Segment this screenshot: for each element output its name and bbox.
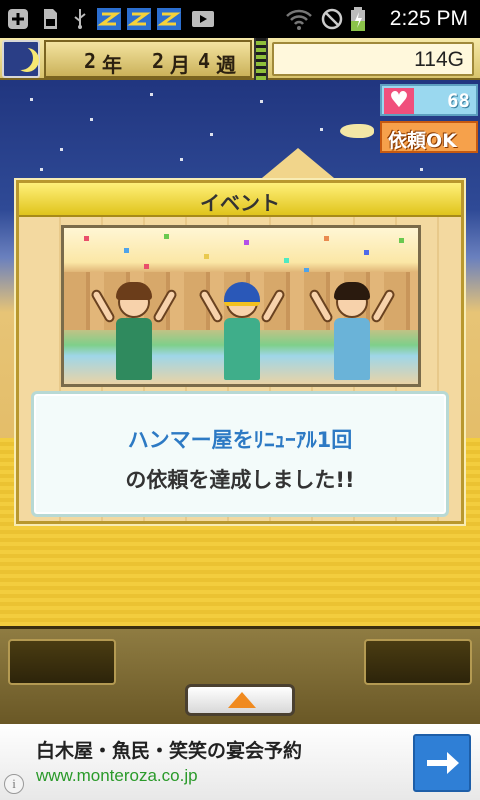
battery-charging-icon: [351, 7, 365, 31]
heart-value: 68: [447, 90, 470, 112]
money-display: 114G: [272, 42, 474, 76]
chevron-up-icon: [228, 692, 256, 708]
game-screen[interactable]: 2 年 2 月 4 週 114G ♥ 68 依頼OK イベント ハンマー屋をﾘﾆ…: [0, 38, 480, 724]
app-notification-icon: [127, 8, 151, 30]
no-signal-icon: [321, 8, 343, 30]
app-notification-icon: [97, 8, 121, 30]
bottom-menu-panel: [0, 626, 480, 724]
video-icon: [192, 11, 214, 27]
ad-title[interactable]: 白木屋・魚民・笑笑の宴会予約: [36, 736, 302, 763]
arrow-right-icon: [427, 752, 459, 774]
menu-slot-left[interactable]: [8, 639, 116, 685]
money-value: 114G: [414, 48, 464, 71]
calendar-date: 2 年 2 月 4 週: [44, 40, 252, 78]
month-unit: 月: [170, 53, 190, 77]
event-message-line1: ハンマー屋をﾘﾆｭｰｱﾙ1回: [127, 428, 353, 452]
menu-slot-right[interactable]: [364, 639, 472, 685]
info-bar: 2 年 2 月 4 週 114G: [0, 38, 480, 80]
app-notification-icon: [157, 8, 181, 30]
dialog-header: イベント: [19, 183, 461, 217]
clock: 2:25 PM: [389, 7, 468, 30]
week-value: 4: [198, 49, 211, 73]
bird-icon: [340, 124, 374, 138]
cheering-worker-right: [307, 276, 397, 384]
usb-icon: [74, 9, 86, 29]
ad-go-button[interactable]: [413, 734, 471, 792]
year-unit: 年: [102, 53, 122, 77]
heart-icon: ♥: [384, 88, 414, 114]
ladder-divider: [254, 38, 268, 80]
cheering-worker-left: [89, 276, 179, 384]
dialog-title: イベント: [200, 191, 280, 215]
time-of-day-indicator: [2, 40, 40, 78]
heart-counter[interactable]: ♥ 68: [380, 84, 478, 116]
moon-icon: [9, 46, 33, 70]
wifi-icon: [286, 9, 312, 30]
cheering-pharaoh: [197, 276, 287, 384]
request-ok-label: 依頼OK: [388, 130, 457, 152]
request-ok-badge[interactable]: 依頼OK: [380, 121, 478, 153]
event-illustration: [61, 225, 421, 387]
event-dialog[interactable]: イベント ハンマー屋をﾘﾆｭｰｱﾙ1回 の依頼を達成しました!!: [16, 180, 464, 524]
ad-url[interactable]: www.monteroza.co.jp: [36, 766, 198, 786]
sd-card-icon: [44, 9, 57, 29]
month-value: 2: [152, 49, 165, 73]
add-icon: [8, 9, 28, 29]
year-value: 2: [84, 49, 97, 73]
open-menu-button[interactable]: [185, 684, 295, 716]
week-unit: 週: [216, 53, 236, 77]
event-message: ハンマー屋をﾘﾆｭｰｱﾙ1回 の依頼を達成しました!!: [31, 391, 449, 517]
status-bar: 2:25 PM: [0, 0, 480, 38]
ad-info-icon[interactable]: i: [4, 774, 24, 794]
event-message-line2: の依頼を達成しました!!: [125, 468, 355, 492]
ad-banner[interactable]: i 白木屋・魚民・笑笑の宴会予約 www.monteroza.co.jp: [0, 724, 480, 800]
